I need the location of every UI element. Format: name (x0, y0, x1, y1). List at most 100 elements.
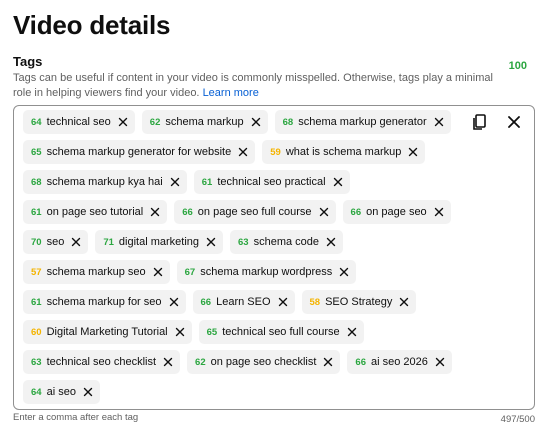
tag-row: 63 technical seo checklist 62 on page seo c… (23, 350, 463, 374)
close-icon (400, 297, 409, 307)
close-icon (153, 267, 162, 277)
tag-row: 70 seo 71 digital marketing 63 schema code (23, 230, 463, 254)
copy-tags-button[interactable] (470, 112, 490, 132)
close-icon (508, 116, 520, 128)
remove-tag-button[interactable] (433, 116, 445, 128)
close-icon (324, 357, 333, 367)
tag-score: 65 (31, 146, 42, 158)
tag-score: 60 (31, 326, 42, 338)
tag-chip[interactable]: 63 technical seo checklist (23, 350, 181, 374)
close-icon (251, 117, 260, 127)
learn-more-link[interactable]: Learn more (203, 87, 259, 99)
remove-tag-button[interactable] (398, 296, 410, 308)
tag-row: 64 technical seo 62 schema markup 68 schema m… (23, 110, 463, 134)
tag-label: technical seo (46, 116, 111, 128)
tag-chip[interactable]: 68 schema markup generator (274, 110, 451, 134)
tag-list: 64 technical seo 62 schema markup 68 schema m… (23, 110, 463, 410)
tag-label: SEO Strategy (325, 296, 393, 308)
remove-tag-button[interactable] (277, 296, 289, 308)
tag-row: 61 on page seo tutorial 66 on page seo full… (23, 200, 463, 224)
close-icon (163, 357, 173, 367)
tag-label: Learn SEO (216, 296, 271, 308)
tag-chip[interactable]: 62 on page seo checklist (187, 350, 341, 374)
close-icon (175, 327, 184, 337)
tag-chip[interactable]: 58 SEO Strategy (301, 290, 417, 314)
remove-tag-button[interactable] (70, 236, 82, 248)
remove-tag-button[interactable] (433, 206, 445, 218)
tag-score: 64 (31, 386, 42, 398)
tag-chip[interactable]: 59 what is schema markup (262, 140, 426, 164)
close-icon (151, 207, 160, 217)
tags-hint: Enter a comma after each tag (13, 412, 139, 423)
remove-tag-button[interactable] (237, 146, 249, 158)
remove-tag-button[interactable] (338, 266, 350, 278)
tag-chip[interactable]: 64 ai seo (23, 380, 100, 404)
close-icon (347, 327, 356, 337)
tag-label: schema markup for seo (46, 296, 162, 308)
tag-label: schema markup kya hai (46, 176, 163, 188)
tag-chip[interactable]: 65 schema markup generator for website (23, 140, 256, 164)
tag-score: 61 (31, 296, 42, 308)
close-icon (435, 357, 445, 367)
remove-tag-button[interactable] (332, 176, 344, 188)
tags-input-box[interactable]: 64 technical seo 62 schema markup 68 schema m… (13, 105, 535, 410)
tag-chip[interactable]: 71 digital marketing (95, 230, 223, 254)
tag-score: 61 (201, 176, 213, 188)
tag-chip[interactable]: 57 schema markup seo (23, 260, 170, 284)
remove-tag-button[interactable] (318, 206, 330, 218)
tag-chip[interactable]: 65 technical seo full course (198, 320, 364, 344)
tag-chip[interactable]: 61 on page seo tutorial (23, 200, 168, 224)
tag-score: 66 (350, 206, 362, 218)
close-icon (319, 207, 328, 217)
tag-row: 61 schema markup for seo 66 Learn SEO 58 SEO … (23, 290, 463, 314)
tag-label: technical seo full course (222, 326, 340, 338)
tags-section-label: Tags (13, 54, 43, 69)
tag-chip[interactable]: 61 technical seo practical (193, 170, 350, 194)
remove-tag-button[interactable] (82, 386, 94, 398)
tag-row: 65 schema markup generator for website 59 w… (23, 140, 463, 164)
tag-score: 62 (195, 356, 206, 368)
tag-chip[interactable]: 61 schema markup for seo (23, 290, 186, 314)
tag-chip[interactable]: 66 on page seo (342, 200, 451, 224)
tag-label: schema code (253, 236, 320, 248)
tag-label: schema markup generator for website (46, 146, 232, 158)
tag-score: 70 (31, 236, 42, 248)
remove-tag-button[interactable] (250, 116, 262, 128)
tag-chip[interactable]: 66 on page seo full course (174, 200, 336, 224)
tag-score: 68 (282, 116, 294, 128)
page-title: Video details (13, 10, 171, 40)
tag-score: 66 (200, 296, 212, 308)
tag-score: 68 (31, 176, 42, 188)
remove-tag-button[interactable] (434, 356, 446, 368)
remove-tag-button[interactable] (407, 146, 419, 158)
remove-tag-button[interactable] (152, 266, 164, 278)
remove-tag-button[interactable] (322, 356, 334, 368)
remove-tag-button[interactable] (162, 356, 174, 368)
copy-icon (473, 114, 486, 130)
close-icon (434, 207, 443, 217)
tag-chip[interactable]: 70 seo (23, 230, 89, 254)
tag-chip[interactable]: 68 schema markup kya hai (23, 170, 187, 194)
tag-label: what is schema markup (285, 146, 402, 158)
remove-tag-button[interactable] (325, 236, 337, 248)
tag-label: on page seo tutorial (46, 206, 144, 218)
tag-label: technical seo practical (217, 176, 326, 188)
tag-chip[interactable]: 66 Learn SEO (192, 290, 295, 314)
remove-tag-button[interactable] (205, 236, 217, 248)
tag-chip[interactable]: 64 technical seo (23, 110, 135, 134)
remove-tag-button[interactable] (117, 116, 129, 128)
clear-tags-button[interactable] (504, 112, 524, 132)
tag-chip[interactable]: 66 ai seo 2026 (347, 350, 452, 374)
tag-chip[interactable]: 63 schema code (230, 230, 344, 254)
remove-tag-button[interactable] (174, 326, 186, 338)
tag-chip[interactable]: 62 schema markup (141, 110, 268, 134)
tag-label: seo (46, 236, 65, 248)
tag-chip[interactable]: 60 Digital Marketing Tutorial (23, 320, 192, 344)
tag-score: 58 (309, 296, 321, 308)
remove-tag-button[interactable] (149, 206, 161, 218)
close-icon (83, 387, 93, 397)
remove-tag-button[interactable] (168, 296, 180, 308)
tag-chip[interactable]: 67 schema markup wordpress (176, 260, 357, 284)
remove-tag-button[interactable] (169, 176, 181, 188)
remove-tag-button[interactable] (346, 326, 358, 338)
